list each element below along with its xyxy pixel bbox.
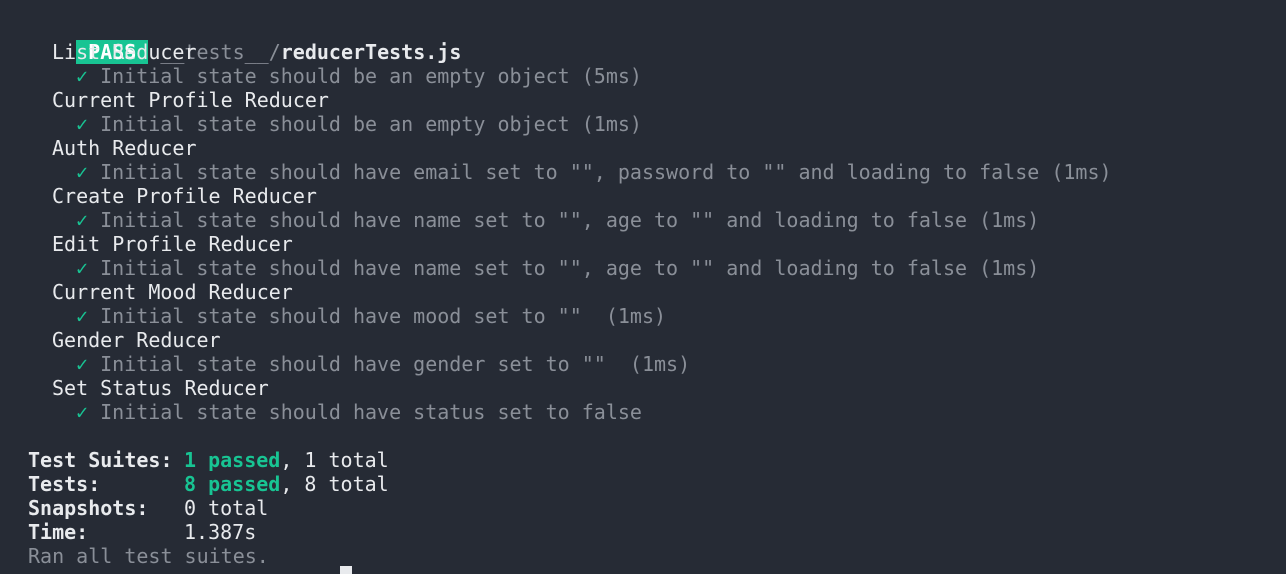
test-path-file: reducerTests.js [280, 40, 462, 64]
suite-name: Auth Reducer [52, 136, 197, 160]
test-description: Initial state should have gender set to … [100, 352, 691, 376]
command-prompt[interactable] [28, 566, 352, 574]
summary-label: Test Suites: [28, 448, 173, 472]
test-description: Initial state should have email set to "… [100, 160, 1112, 184]
test-description: Initial state should have status set to … [100, 400, 642, 424]
check-icon: ✓ [76, 64, 89, 88]
test-result: ✓ Initial state should have gender set t… [28, 352, 1286, 376]
ran-all-message: Ran all test suites. [28, 544, 269, 568]
test-description: Initial state should be an empty object … [100, 64, 642, 88]
check-icon: ✓ [76, 112, 89, 136]
summary-total-count: , 1 total [280, 448, 389, 472]
test-result: ✓ Initial state should have mood set to … [28, 304, 1286, 328]
test-description: Initial state should have mood set to ""… [100, 304, 667, 328]
summary-test-suites: Test Suites: 1 passed, 1 total [28, 448, 1286, 472]
test-file-header: PASS __tests__/reducerTests.js [28, 16, 1286, 64]
summary-total-count: , 8 total [280, 472, 389, 496]
test-description: Initial state should have name set to ""… [100, 208, 1040, 232]
check-icon: ✓ [76, 208, 89, 232]
check-icon: ✓ [76, 352, 89, 376]
test-result: ✓ Initial state should have status set t… [28, 400, 1286, 424]
check-icon: ✓ [76, 304, 89, 328]
suite-name: Current Mood Reducer [52, 280, 293, 304]
summary-passed-count: 1 passed [184, 448, 281, 472]
summary-label: Snapshots: [28, 496, 149, 520]
test-description: Initial state should have name set to ""… [100, 256, 1040, 280]
summary-passed-count: 8 passed [184, 472, 281, 496]
suite-name: Edit Profile Reducer [52, 232, 293, 256]
test-result: ✓ Initial state should be an empty objec… [28, 112, 1286, 136]
summary-tests: Tests: 8 passed, 8 total [28, 472, 1286, 496]
terminal-window[interactable]: PASS __tests__/reducerTests.js List Reduc… [0, 0, 1286, 574]
suite-name: Current Profile Reducer [52, 88, 329, 112]
test-result: ✓ Initial state should be an empty objec… [28, 64, 1286, 88]
summary-label: Tests: [28, 472, 101, 496]
cursor-icon [340, 566, 352, 574]
test-description: Initial state should be an empty object … [100, 112, 642, 136]
summary-label: Time: [28, 520, 89, 544]
summary-time: Time: 1.387s [28, 520, 1286, 544]
test-result: ✓ Initial state should have name set to … [28, 208, 1286, 232]
summary-snapshots: Snapshots: 0 total [28, 496, 1286, 520]
check-icon: ✓ [76, 400, 89, 424]
summary-value: 0 total [184, 496, 269, 520]
test-suite-list: List Reducer ✓ Initial state should be an… [28, 40, 1286, 424]
test-result: ✓ Initial state should have name set to … [28, 256, 1286, 280]
suite-name: Create Profile Reducer [52, 184, 317, 208]
suite-name: Gender Reducer [52, 328, 221, 352]
test-result: ✓ Initial state should have email set to… [28, 160, 1286, 184]
check-icon: ✓ [76, 160, 89, 184]
check-icon: ✓ [76, 256, 89, 280]
summary-value: 1.387s [184, 520, 257, 544]
suite-name: Set Status Reducer [52, 376, 269, 400]
